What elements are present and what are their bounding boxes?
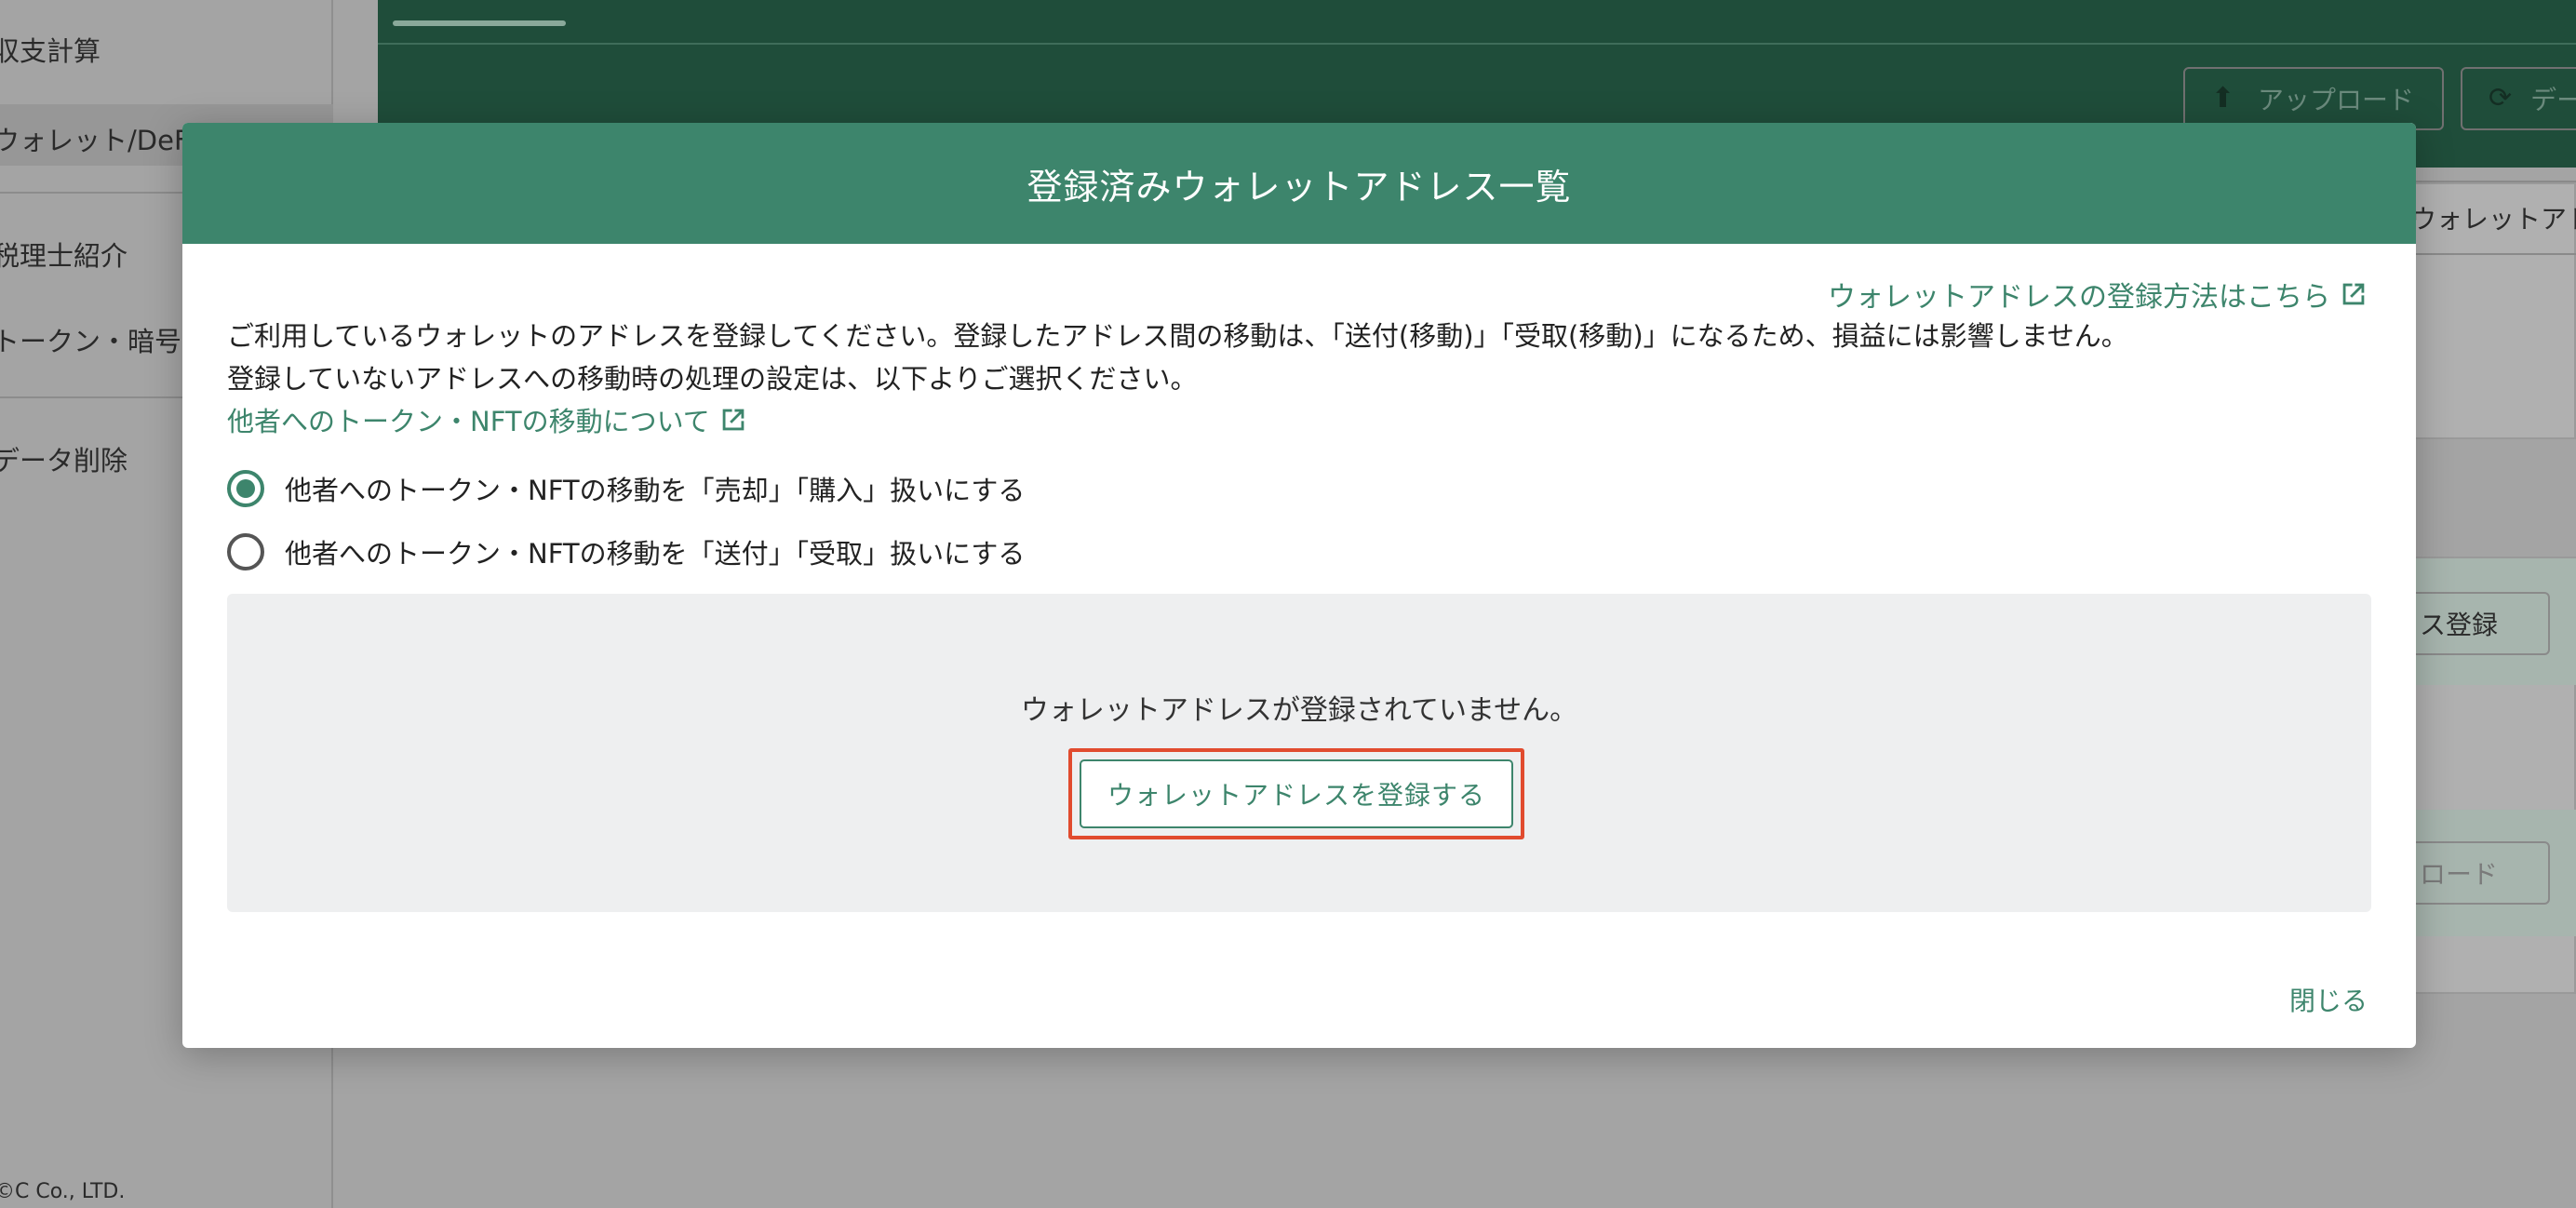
description-line: ご利用しているウォレットのアドレスを登録してください。登録したアドレス間の移動は…	[227, 320, 2128, 352]
empty-message: ウォレットアドレスが登録されていません。	[1020, 694, 1578, 727]
modal-title: 登録済みウォレットアドレス一覧	[1026, 166, 1572, 208]
description: ご利用しているウォレットのアドレスを登録してください。登録したアドレス間の移動は…	[227, 315, 2128, 400]
modal-header: 登録済みウォレットアドレス一覧	[182, 123, 2416, 244]
option-sell-buy[interactable]: 他者へのトークン・NFTの移動を「売却」「購入」扱いにする	[227, 469, 1025, 508]
option-send-receive[interactable]: 他者へのトークン・NFTの移動を「送付」「受取」扱いにする	[227, 532, 1025, 571]
radio-checked-icon[interactable]	[227, 470, 264, 507]
external-link-icon	[722, 409, 745, 431]
token-transfer-info-link[interactable]: 他者へのトークン・NFTの移動について	[227, 400, 749, 439]
option-label: 他者へのトークン・NFTの移動を「送付」「受取」扱いにする	[285, 538, 1026, 570]
option-label: 他者へのトークン・NFTの移動を「売却」「購入」扱いにする	[285, 475, 1026, 506]
register-wallet-address-button[interactable]: ウォレットアドレスを登録する	[1080, 759, 1513, 828]
wallet-address-modal: 登録済みウォレットアドレス一覧 ウォレットアドレスの登録方法はこちら ご利用して…	[182, 123, 2416, 1048]
radio-unchecked-icon[interactable]	[227, 533, 264, 570]
help-link-text: ウォレットアドレスの登録方法はこちら	[1828, 281, 2330, 314]
wallet-list-empty-state: ウォレットアドレスが登録されていません。 ウォレットアドレスを登録する	[227, 594, 2371, 912]
transfer-link-text: 他者へのトークン・NFTの移動について	[227, 406, 710, 437]
description-line: 登録していないアドレスへの移動時の処理の設定は、以下よりご選択ください。	[227, 363, 1198, 395]
external-link-icon	[2342, 283, 2365, 305]
registration-help-link[interactable]: ウォレットアドレスの登録方法はこちら	[1828, 274, 2369, 315]
close-button[interactable]: 閉じる	[2289, 981, 2368, 1018]
